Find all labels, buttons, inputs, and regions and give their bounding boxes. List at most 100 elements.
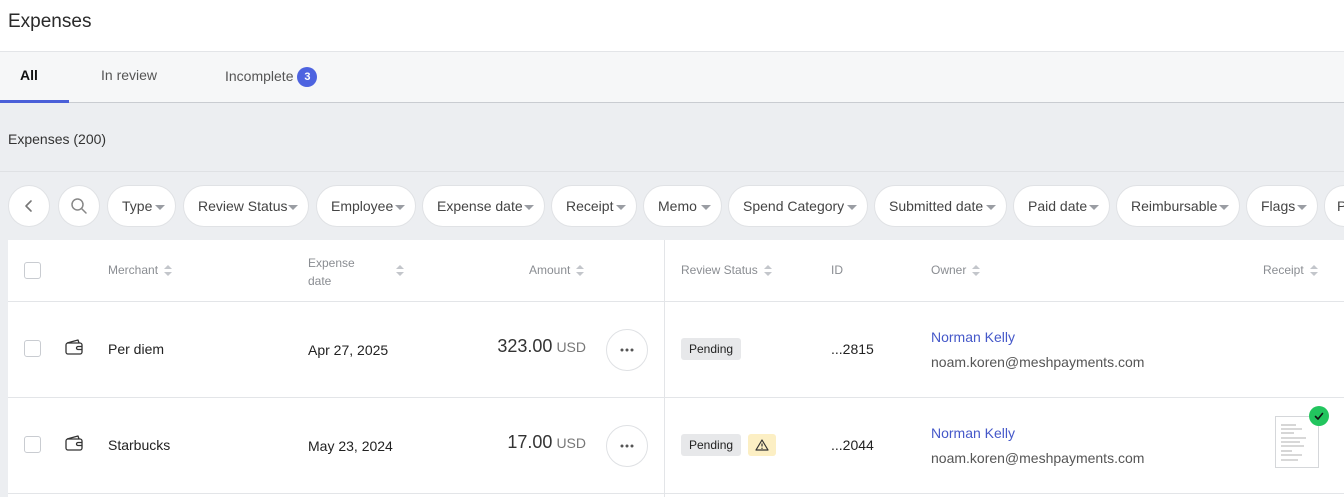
row-actions-button[interactable] — [606, 329, 648, 371]
sort-icon — [972, 264, 981, 277]
column-header-id[interactable]: ID — [831, 263, 843, 277]
filter-memo[interactable]: Memo — [643, 185, 722, 227]
expenses-table: Merchant Expense date Amount Review Stat… — [8, 240, 1344, 497]
filter-employee[interactable]: Employee — [316, 185, 416, 227]
amount-currency: USD — [556, 339, 586, 355]
owner-name-link[interactable]: Norman Kelly — [931, 425, 1015, 441]
merchant-name: Starbucks — [108, 437, 171, 453]
amount: 323.00 USD — [497, 336, 586, 357]
column-label: Amount — [529, 263, 571, 277]
more-horizontal-icon — [620, 348, 634, 352]
column-label: Merchant — [108, 263, 159, 277]
select-all-checkbox[interactable] — [24, 262, 41, 279]
filter-type[interactable]: Type — [107, 185, 176, 227]
column-header-expense-date[interactable]: Expense date — [308, 254, 355, 290]
filter-reimbursable[interactable]: Reimbursable — [1116, 185, 1240, 227]
check-circle-icon — [1309, 406, 1329, 426]
chevron-down-icon — [1089, 205, 1099, 210]
expense-id: ...2815 — [831, 341, 874, 357]
search-icon — [71, 198, 87, 214]
column-divider — [664, 240, 665, 497]
column-label: Receipt — [1263, 263, 1304, 277]
expense-date: May 23, 2024 — [308, 438, 393, 454]
column-header-merchant[interactable]: Merchant — [108, 263, 173, 277]
filter-label: Flags — [1261, 198, 1296, 214]
sort-icon — [164, 264, 173, 277]
sort-icon — [1309, 264, 1318, 277]
chevron-left-icon — [25, 200, 32, 212]
checkmark-icon — [1314, 412, 1324, 420]
filter-label: Receipt — [566, 198, 614, 214]
filter-label: Reimbursable — [1131, 198, 1218, 214]
tab-incomplete[interactable]: Incomplete 3 — [225, 67, 318, 87]
column-header-amount[interactable]: Amount — [529, 263, 585, 277]
filter-spend-category[interactable]: Spend Category — [728, 185, 868, 227]
filter-label: Expense date — [437, 198, 523, 214]
amount-value: 323.00 — [497, 336, 553, 356]
sort-icon[interactable] — [396, 265, 404, 277]
column-header-owner[interactable]: Owner — [931, 263, 981, 277]
chevron-down-icon — [288, 205, 298, 210]
owner-email: noam.koren@meshpayments.com — [931, 450, 1145, 466]
search-button[interactable] — [58, 185, 100, 227]
chevron-down-icon — [395, 205, 405, 210]
filter-more[interactable]: P — [1324, 185, 1344, 227]
amount: 17.00 USD — [507, 432, 586, 453]
column-label: Expense — [308, 256, 355, 270]
chevron-down-icon — [155, 205, 165, 210]
row-checkbox[interactable] — [24, 436, 41, 453]
receipt-lines — [1281, 424, 1306, 461]
chevron-down-icon — [524, 205, 534, 210]
tab-bar: All In review Incomplete 3 — [0, 52, 1344, 103]
merchant-name: Per diem — [108, 341, 165, 357]
chevron-down-icon — [1297, 205, 1307, 210]
filter-submitted-date[interactable]: Submitted date — [874, 185, 1007, 227]
filter-paid-date[interactable]: Paid date — [1013, 185, 1110, 227]
expense-id: ...2044 — [831, 437, 874, 453]
active-tab-indicator — [0, 100, 69, 103]
column-label: date — [308, 274, 332, 288]
tab-in-review[interactable]: In review — [101, 67, 157, 83]
wallet-icon — [65, 339, 83, 355]
divider — [8, 301, 1344, 302]
amount-currency: USD — [556, 435, 586, 451]
chevron-down-icon — [616, 205, 626, 210]
status-badge: Pending — [681, 338, 742, 360]
chevron-down-icon — [847, 205, 857, 210]
filter-receipt[interactable]: Receipt — [551, 185, 637, 227]
filter-label: Review Status — [198, 198, 288, 214]
filter-label: P — [1337, 198, 1344, 214]
chevron-down-icon — [986, 205, 996, 210]
warning-badge — [748, 434, 776, 456]
chevron-down-icon — [701, 205, 711, 210]
top-bar: Expenses — [0, 0, 1344, 52]
filter-expense-date[interactable]: Expense date — [422, 185, 545, 227]
filter-label: Paid date — [1028, 198, 1088, 214]
page-title: Expenses — [8, 11, 92, 32]
row-actions-button[interactable] — [606, 425, 648, 467]
incomplete-count-badge: 3 — [297, 67, 318, 87]
amount-value: 17.00 — [507, 432, 553, 452]
column-header-receipt[interactable]: Receipt — [1263, 263, 1318, 277]
filter-label: Type — [122, 198, 153, 214]
wallet-icon — [65, 435, 83, 451]
divider — [8, 493, 1344, 494]
chevron-down-icon — [1219, 205, 1229, 210]
tab-incomplete-label: Incomplete — [225, 68, 294, 84]
expense-date: Apr 27, 2025 — [308, 342, 389, 358]
filter-review-status[interactable]: Review Status — [183, 185, 309, 227]
sort-icon — [576, 264, 585, 277]
tab-all[interactable]: All — [20, 67, 38, 83]
column-label: Owner — [931, 263, 967, 277]
divider — [8, 397, 1344, 398]
owner-email: noam.koren@meshpayments.com — [931, 354, 1145, 370]
divider — [0, 171, 1344, 172]
filter-label: Memo — [658, 198, 697, 214]
filter-label: Submitted date — [889, 198, 984, 214]
owner-name-link[interactable]: Norman Kelly — [931, 329, 1015, 345]
filter-flags[interactable]: Flags — [1246, 185, 1318, 227]
row-checkbox[interactable] — [24, 340, 41, 357]
scroll-left-button[interactable] — [8, 185, 50, 227]
column-header-review-status[interactable]: Review Status — [681, 263, 772, 277]
filter-label: Spend Category — [743, 198, 845, 214]
